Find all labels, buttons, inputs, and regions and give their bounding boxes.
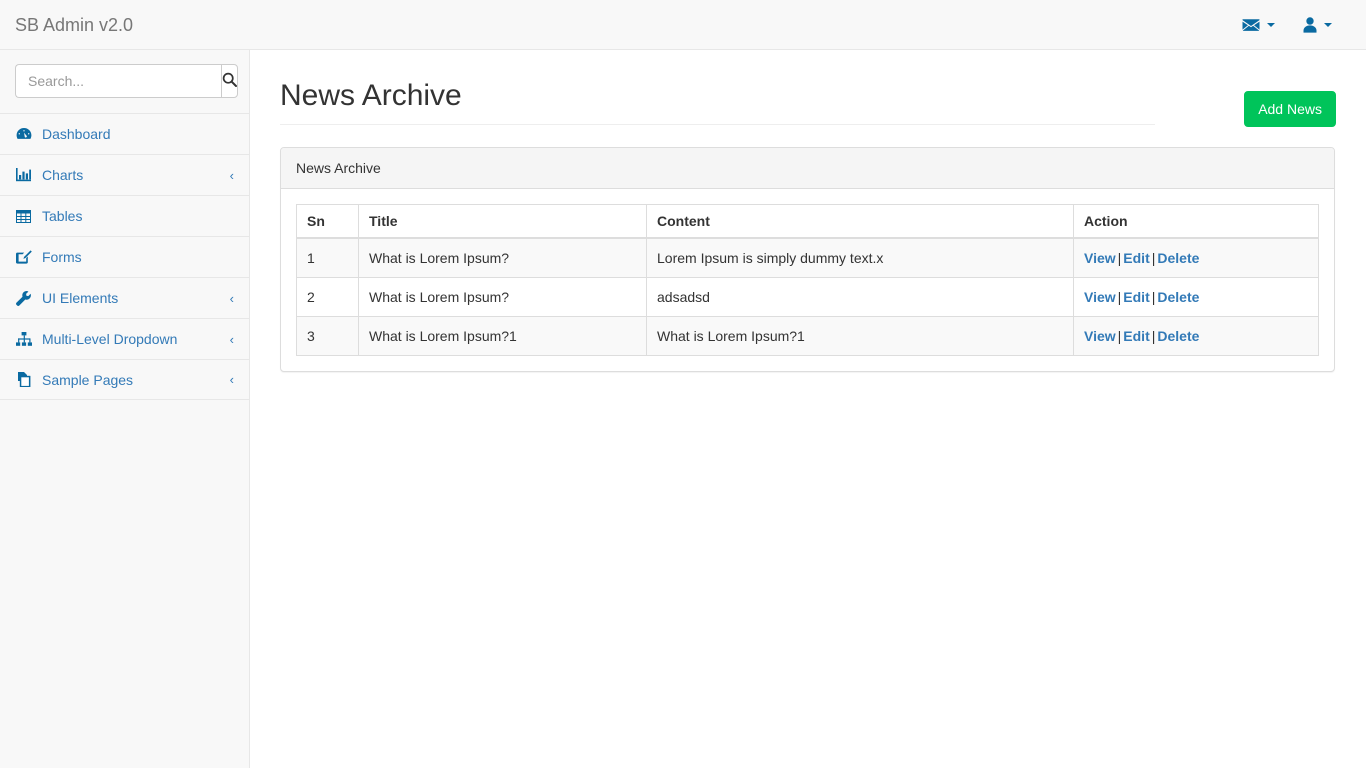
table-icon: [16, 210, 35, 223]
chevron-left-icon: ‹: [230, 372, 234, 387]
sitemap-icon: [16, 332, 35, 346]
cell-title: What is Lorem Ipsum?1: [359, 317, 647, 356]
sidebar-item-label: Forms: [42, 249, 234, 265]
table-row: 2 What is Lorem Ipsum? adsadsd View|Edit…: [297, 278, 1319, 317]
chevron-down-icon: [1324, 23, 1332, 27]
sidebar-item-label: Charts: [42, 167, 230, 183]
sidebar-item-charts[interactable]: Charts ‹: [0, 154, 249, 195]
sidebar-item-forms[interactable]: Forms: [0, 236, 249, 277]
delete-link[interactable]: Delete: [1157, 250, 1199, 266]
table-row: 1 What is Lorem Ipsum? Lorem Ipsum is si…: [297, 238, 1319, 278]
sidebar-item-tables[interactable]: Tables: [0, 195, 249, 236]
cell-sn: 3: [297, 317, 359, 356]
search-icon: [222, 72, 237, 90]
delete-link[interactable]: Delete: [1157, 289, 1199, 305]
column-header-title: Title: [359, 205, 647, 239]
column-header-action: Action: [1074, 205, 1319, 239]
cell-actions: View|Edit|Delete: [1074, 278, 1319, 317]
cell-actions: View|Edit|Delete: [1074, 317, 1319, 356]
table-header-row: Sn Title Content Action: [297, 205, 1319, 239]
cell-content: What is Lorem Ipsum?1: [647, 317, 1074, 356]
cell-sn: 2: [297, 278, 359, 317]
cell-title: What is Lorem Ipsum?: [359, 278, 647, 317]
dashboard-icon: [16, 127, 35, 141]
sidebar-item-label: Dashboard: [42, 126, 234, 142]
sidebar-item-dashboard[interactable]: Dashboard: [0, 113, 249, 154]
edit-icon: [16, 250, 35, 264]
column-header-sn: Sn: [297, 205, 359, 239]
view-link[interactable]: View: [1084, 250, 1116, 266]
edit-link[interactable]: Edit: [1123, 328, 1149, 344]
user-dropdown[interactable]: [1289, 0, 1346, 50]
page-title: News Archive: [280, 78, 1155, 125]
chevron-left-icon: ‹: [230, 168, 234, 183]
files-icon: [16, 372, 35, 387]
search-input[interactable]: [15, 64, 221, 98]
news-archive-table: Sn Title Content Action 1 What is Lorem …: [296, 204, 1319, 356]
panel-title: News Archive: [281, 148, 1334, 189]
sidebar-search: [0, 50, 249, 113]
brand-title[interactable]: SB Admin v2.0: [0, 15, 133, 35]
search-button[interactable]: [221, 64, 238, 98]
add-news-button[interactable]: Add News: [1244, 91, 1336, 127]
sidebar: Dashboard Charts ‹: [0, 50, 250, 768]
main-content: News Archive Add News News Archive Sn Ti…: [250, 50, 1366, 768]
cell-title: What is Lorem Ipsum?: [359, 238, 647, 278]
sidebar-item-label: Sample Pages: [42, 372, 230, 388]
sidebar-item-multi-level-dropdown[interactable]: Multi-Level Dropdown ‹: [0, 318, 249, 359]
edit-link[interactable]: Edit: [1123, 289, 1149, 305]
sidebar-item-ui-elements[interactable]: UI Elements ‹: [0, 277, 249, 318]
top-navbar: SB Admin v2.0: [0, 0, 1366, 50]
panel-body: Sn Title Content Action 1 What is Lorem …: [281, 189, 1334, 371]
chevron-left-icon: ‹: [230, 291, 234, 306]
chevron-down-icon: [1267, 23, 1275, 27]
view-link[interactable]: View: [1084, 289, 1116, 305]
sidebar-item-sample-pages[interactable]: Sample Pages ‹: [0, 359, 249, 400]
table-body: 1 What is Lorem Ipsum? Lorem Ipsum is si…: [297, 238, 1319, 356]
view-link[interactable]: View: [1084, 328, 1116, 344]
news-archive-panel: News Archive Sn Title Content Action 1 W…: [280, 147, 1335, 372]
sidebar-item-label: Tables: [42, 208, 234, 224]
table-row: 3 What is Lorem Ipsum?1 What is Lorem Ip…: [297, 317, 1319, 356]
page-header: News Archive Add News: [280, 50, 1306, 125]
sidebar-item-label: Multi-Level Dropdown: [42, 331, 230, 347]
edit-link[interactable]: Edit: [1123, 250, 1149, 266]
wrench-icon: [16, 291, 35, 306]
table-head: Sn Title Content Action: [297, 205, 1319, 239]
cell-actions: View|Edit|Delete: [1074, 238, 1319, 278]
cell-content: Lorem Ipsum is simply dummy text.x: [647, 238, 1074, 278]
chevron-left-icon: ‹: [230, 332, 234, 347]
navbar-right-menu: [1228, 0, 1366, 50]
column-header-content: Content: [647, 205, 1074, 239]
user-icon: [1303, 17, 1317, 33]
bar-chart-icon: [16, 168, 35, 182]
sidebar-item-label: UI Elements: [42, 290, 230, 306]
envelope-icon: [1242, 18, 1260, 32]
sidebar-nav: Dashboard Charts ‹: [0, 113, 249, 400]
messages-dropdown[interactable]: [1228, 0, 1289, 50]
cell-sn: 1: [297, 238, 359, 278]
cell-content: adsadsd: [647, 278, 1074, 317]
delete-link[interactable]: Delete: [1157, 328, 1199, 344]
